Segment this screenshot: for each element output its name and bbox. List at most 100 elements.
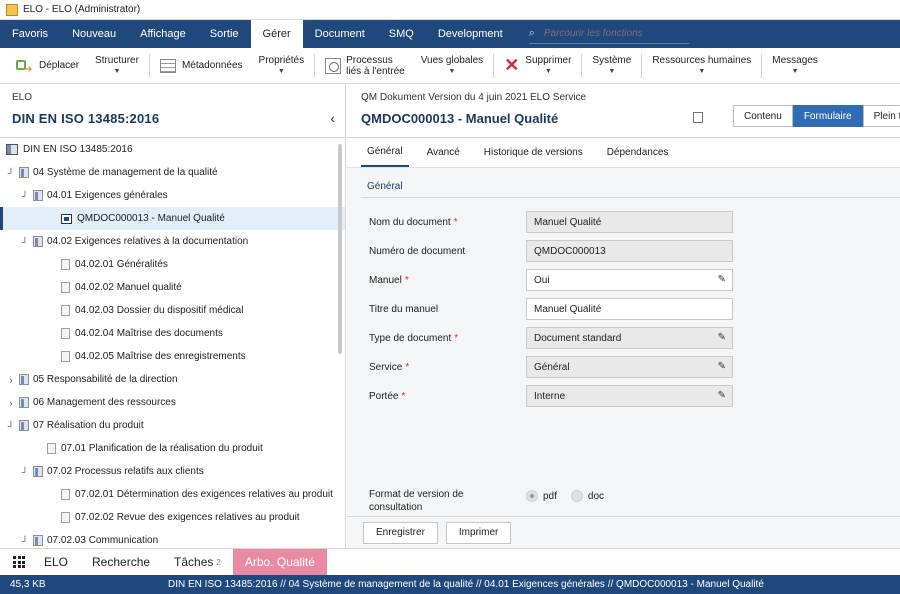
- tree-item-label: 04.02.04 Maîtrise des documents: [75, 328, 223, 339]
- ribbon-tab-development[interactable]: Development: [426, 20, 515, 48]
- tab-general[interactable]: Général: [361, 138, 409, 167]
- page-icon: [47, 443, 56, 454]
- delete-button-label: Supprimer: [525, 54, 572, 66]
- tree-item[interactable]: 07.02.01 Détermination des exigences rel…: [0, 483, 345, 506]
- field-input[interactable]: Oui ✎: [526, 269, 733, 291]
- field-input[interactable]: Manuel Qualité: [526, 211, 733, 233]
- tree-item[interactable]: 04.02.01 Généralités: [0, 253, 345, 276]
- toolbar-separator: [761, 53, 763, 78]
- linked-process-button[interactable]: Processus liés à l'entrée: [317, 51, 413, 81]
- structure-button[interactable]: Structurer ▼: [87, 51, 147, 81]
- tree-item[interactable]: 07.01 Planification de la réalisation du…: [0, 437, 345, 460]
- collapse-toggle-icon[interactable]: ┘: [6, 421, 16, 431]
- tree-item[interactable]: QMDOC000013 - Manuel Qualité: [0, 207, 345, 230]
- tree-item[interactable]: 04.02.04 Maîtrise des documents: [0, 322, 345, 345]
- field-label-text: Nom du document: [369, 216, 451, 228]
- view-fulltext-button[interactable]: Plein texte: [862, 105, 900, 127]
- view-content-button[interactable]: Contenu: [733, 105, 793, 127]
- tab-dependencies[interactable]: Dépendances: [601, 138, 675, 167]
- ribbon-tab-sortie[interactable]: Sortie: [198, 20, 251, 48]
- collapse-toggle-icon[interactable]: ┘: [6, 168, 16, 178]
- ribbon-tab-favoris[interactable]: Favoris: [0, 20, 60, 48]
- ribbon-tab-affichage[interactable]: Affichage: [128, 20, 198, 48]
- function-search-input[interactable]: [539, 28, 689, 39]
- view-form-button[interactable]: Formulaire: [792, 105, 863, 127]
- metadata-icon: [159, 58, 176, 73]
- tree-item[interactable]: 04.02.05 Maîtrise des enregistrements: [0, 345, 345, 368]
- nav-tasks[interactable]: Tâches 2: [162, 549, 233, 575]
- field-value: Manuel Qualité: [534, 216, 602, 228]
- tree-item-label: 07.02 Processus relatifs aux clients: [47, 466, 204, 477]
- ribbon-tab-gerer[interactable]: Gérer: [250, 20, 303, 48]
- collapse-toggle-icon[interactable]: ┘: [20, 237, 30, 247]
- edit-pencil-icon[interactable]: ✎: [718, 361, 726, 372]
- tree-scrollbar[interactable]: [338, 144, 342, 354]
- nav-search-label: Recherche: [92, 555, 151, 569]
- field-input[interactable]: Document standard ✎: [526, 327, 733, 349]
- nav-search[interactable]: Recherche: [80, 549, 162, 575]
- radio-doc[interactable]: [570, 490, 583, 502]
- tree-item[interactable]: ┘ 07 Réalisation du produit: [0, 414, 345, 437]
- nav-quality-tree[interactable]: Arbo. Qualité: [232, 549, 327, 575]
- toolbar-separator: [581, 53, 583, 78]
- tree-item[interactable]: ┘ 04 Système de management de la qualité: [0, 161, 345, 184]
- field-input[interactable]: Général ✎: [526, 356, 733, 378]
- move-button[interactable]: ➜ Déplacer: [8, 51, 87, 81]
- tab-advanced[interactable]: Avancé: [421, 138, 466, 167]
- tree-item[interactable]: ┘ 04.01 Exigences générales: [0, 184, 345, 207]
- ribbon-tab-smq[interactable]: SMQ: [377, 20, 426, 48]
- detail-tabs: Général Avancé Historique de versions Dé…: [347, 138, 900, 168]
- properties-button[interactable]: Propriétés ▼: [251, 51, 313, 81]
- collapse-panel-chevron-icon[interactable]: ‹: [330, 110, 335, 126]
- edit-pencil-icon[interactable]: ✎: [718, 332, 726, 343]
- global-views-button[interactable]: Vues globales ▼: [413, 51, 491, 81]
- tree-item-label: 04.02.01 Généralités: [75, 259, 168, 270]
- messages-button[interactable]: Messages ▼: [764, 51, 826, 81]
- tree-item[interactable]: 07.02.02 Revue des exigences relatives a…: [0, 506, 345, 529]
- folder-icon: [33, 535, 43, 546]
- ribbon-tab-document[interactable]: Document: [303, 20, 377, 48]
- tree-item[interactable]: › 06 Management des ressources: [0, 391, 345, 414]
- expand-chevron-icon[interactable]: ›: [6, 375, 16, 385]
- tree-item[interactable]: › 05 Responsabilité de la direction: [0, 368, 345, 391]
- field-label: Type de document *: [369, 333, 526, 344]
- tree-item-label: QMDOC000013 - Manuel Qualité: [77, 213, 225, 224]
- folder-icon: [33, 190, 43, 201]
- tree-item[interactable]: ┘ 07.02 Processus relatifs aux clients: [0, 460, 345, 483]
- delete-x-icon: ✕: [504, 55, 520, 75]
- field-input[interactable]: Interne ✎: [526, 385, 733, 407]
- nav-elo[interactable]: ELO: [32, 549, 80, 575]
- edit-pencil-icon[interactable]: ✎: [718, 390, 726, 401]
- edit-pencil-icon[interactable]: ✎: [718, 274, 726, 285]
- folder-icon: [33, 236, 43, 247]
- page-icon: [61, 351, 70, 362]
- metadata-button[interactable]: Métadonnées: [152, 51, 251, 81]
- window-title-bar: ELO - ELO (Administrator): [0, 0, 900, 20]
- ribbon-tab-nouveau[interactable]: Nouveau: [60, 20, 128, 48]
- app-grid-icon[interactable]: [6, 549, 32, 575]
- hr-button[interactable]: Ressources humaines ▼: [644, 51, 759, 81]
- field-input[interactable]: QMDOC000013: [526, 240, 733, 262]
- collapse-toggle-icon[interactable]: ┘: [20, 467, 30, 477]
- tree-item[interactable]: DIN EN ISO 13485:2016: [0, 138, 345, 161]
- system-button[interactable]: Système ▼: [584, 51, 639, 81]
- document-info-icon[interactable]: [693, 112, 703, 123]
- field-input[interactable]: Manuel Qualité: [526, 298, 733, 320]
- tab-version-history[interactable]: Historique de versions: [478, 138, 589, 167]
- tree-item[interactable]: 04.02.02 Manuel qualité: [0, 276, 345, 299]
- tree-item[interactable]: ┘ 07.02.03 Communication: [0, 529, 345, 548]
- collapse-toggle-icon[interactable]: ┘: [20, 536, 30, 546]
- delete-button[interactable]: ✕ Supprimer ▼: [496, 51, 579, 81]
- tree-item[interactable]: 04.02.03 Dossier du dispositif médical: [0, 299, 345, 322]
- toolbar-separator: [148, 53, 150, 78]
- tree-item[interactable]: ┘ 04.02 Exigences relatives à la document…: [0, 230, 345, 253]
- page-icon: [61, 305, 70, 316]
- collapse-toggle-icon[interactable]: ┘: [20, 191, 30, 201]
- tree-panel-header: ELO DIN EN ISO 13485:2016 ‹: [0, 84, 345, 138]
- tree-item-label: 07.02.03 Communication: [47, 535, 159, 546]
- expand-chevron-icon[interactable]: ›: [6, 398, 16, 408]
- radio-pdf[interactable]: [526, 490, 538, 502]
- form-row: Numéro de document QMDOC000013: [369, 239, 900, 263]
- toolbar-separator: [641, 53, 643, 78]
- document-detail-panel: QM Dokument Version du 4 juin 2021 ELO S…: [347, 84, 900, 548]
